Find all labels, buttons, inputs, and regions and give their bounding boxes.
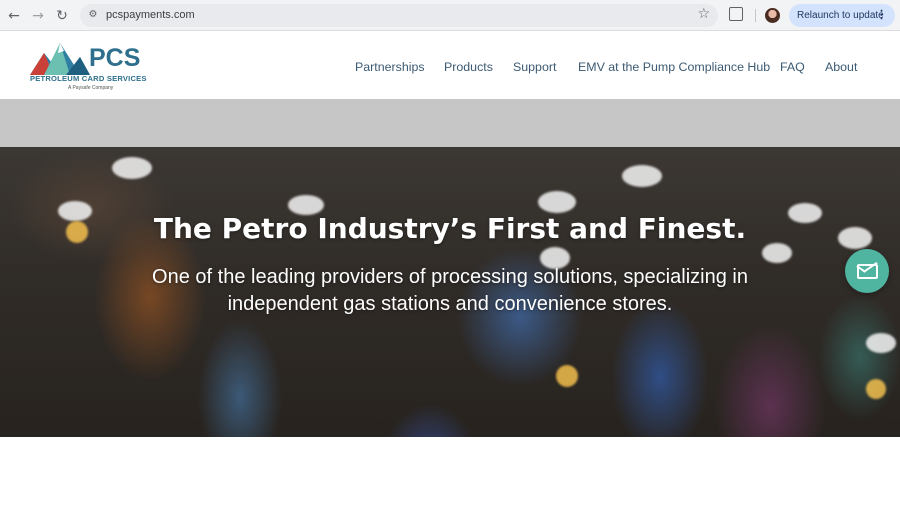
nav-partnerships[interactable]: Partnerships — [355, 59, 425, 75]
site-header: PCS PETROLEUM CARD SERVICES A Paysafe Co… — [0, 31, 900, 99]
menu-kebab-icon[interactable]: ⋮ — [876, 4, 887, 27]
nav-products[interactable]: Products — [444, 59, 493, 75]
pcs-logo[interactable]: PCS PETROLEUM CARD SERVICES A Paysafe Co… — [30, 39, 155, 95]
back-arrow-icon[interactable]: ← — [4, 6, 24, 26]
banner-placeholder — [0, 99, 900, 147]
reload-icon[interactable]: ↻ — [52, 6, 72, 26]
bokeh-light — [112, 157, 152, 179]
bokeh-light — [556, 365, 578, 387]
hero-subtitle: One of the leading providers of processi… — [152, 266, 748, 315]
bokeh-light — [622, 165, 662, 187]
site-info-icon[interactable]: ⚙ — [86, 8, 100, 22]
nav-about[interactable]: About — [825, 59, 857, 75]
extensions-icon[interactable] — [729, 7, 743, 21]
relaunch-label: Relaunch to update — [797, 10, 884, 21]
browser-toolbar: ← → ↻ ⚙ pcspayments.com ☆ Relaunch to up… — [0, 0, 900, 31]
bokeh-light — [866, 379, 886, 399]
forward-arrow-icon[interactable]: → — [28, 6, 48, 26]
mountain-logo-icon — [30, 43, 90, 75]
nav-faq[interactable]: FAQ — [780, 59, 805, 75]
bokeh-light — [762, 243, 792, 263]
logo-wordmark: PCS — [89, 44, 141, 72]
nav-support[interactable]: Support — [513, 59, 556, 75]
profile-avatar[interactable] — [765, 8, 780, 23]
hero-title: The Petro Industry’s First and Finest. — [153, 212, 747, 245]
logo-subtitle: PETROLEUM CARD SERVICES — [30, 74, 147, 83]
toolbar-divider — [755, 9, 756, 22]
bookmark-star-icon[interactable]: ☆ — [697, 6, 710, 22]
url-text[interactable]: pcspayments.com — [106, 8, 195, 23]
address-bar[interactable]: ⚙ pcspayments.com ☆ — [80, 4, 718, 27]
contact-mail-button[interactable] — [845, 249, 889, 293]
hero-banner: The Petro Industry’s First and Finest. O… — [0, 147, 900, 437]
relaunch-button[interactable]: Relaunch to update ⋮ — [789, 4, 895, 27]
bokeh-light — [866, 333, 896, 353]
nav-emv-compliance-hub[interactable]: EMV at the Pump Compliance Hub — [578, 59, 770, 75]
logo-tagline: A Paysafe Company — [68, 85, 114, 91]
bokeh-light — [538, 191, 576, 213]
